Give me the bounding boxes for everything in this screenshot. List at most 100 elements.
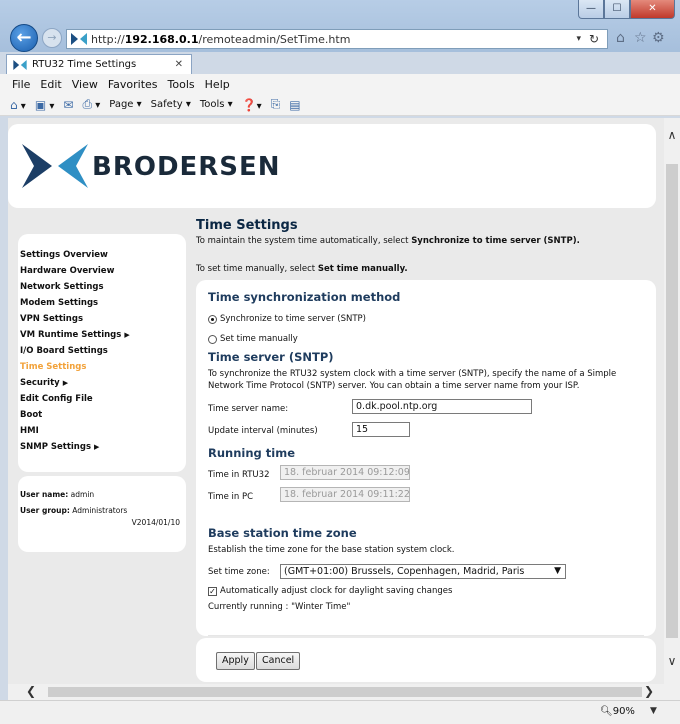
dst-label: Automatically adjust clock for daylight … bbox=[220, 586, 453, 596]
form-buttons-panel: Apply Cancel bbox=[196, 638, 656, 682]
user-name-label: User name: bbox=[20, 490, 69, 499]
sidebar-item-vm-runtime-settings[interactable]: VM Runtime Settings ▶ bbox=[20, 330, 130, 340]
zoom-level[interactable]: 🔍︎90% bbox=[600, 706, 635, 717]
time-zone-label: Set time zone: bbox=[208, 567, 270, 577]
sidebar-item-hmi[interactable]: HMI bbox=[20, 426, 39, 436]
checkbox-checked-icon: ✓ bbox=[208, 586, 217, 596]
sidebar-item-io-board-settings[interactable]: I/O Board Settings bbox=[20, 346, 108, 356]
time-zone-value: (GMT+01:00) Brussels, Copenhagen, Madrid… bbox=[284, 566, 525, 577]
tools-menu-button[interactable]: Tools ▾ bbox=[200, 99, 233, 110]
feeds-icon[interactable]: ▣ ▾ bbox=[35, 98, 55, 112]
menu-tools[interactable]: Tools bbox=[168, 78, 195, 91]
time-server-desc-line1: To synchronize the RTU32 system clock wi… bbox=[208, 369, 617, 379]
nav-label: HMI bbox=[20, 426, 39, 436]
menu-file[interactable]: File bbox=[12, 78, 30, 91]
update-interval-label: Update interval (minutes) bbox=[208, 426, 318, 436]
sidebar-nav: Settings Overview Hardware Overview Netw… bbox=[18, 234, 186, 472]
close-window-button[interactable]: ✕ bbox=[630, 0, 675, 19]
nav-label: Boot bbox=[20, 410, 43, 420]
update-interval-input[interactable]: 15 bbox=[352, 422, 410, 437]
sidebar-item-edit-config-file[interactable]: Edit Config File bbox=[20, 394, 93, 404]
scroll-left-icon[interactable]: ❮ bbox=[26, 684, 36, 698]
address-bar[interactable]: http://192.168.0.1/remoteadmin/SetTime.h… bbox=[66, 29, 608, 49]
sidebar-item-settings-overview[interactable]: Settings Overview bbox=[20, 250, 108, 260]
rtu-time-field: 18. februar 2014 09:12:09 bbox=[280, 465, 410, 480]
mail-icon[interactable]: ✉ bbox=[63, 98, 73, 112]
address-dropdown-icon[interactable]: ▾ bbox=[576, 34, 581, 44]
section-divider bbox=[208, 635, 644, 636]
command-bar: ⌂ ▾ ▣ ▾ ✉ ⎙ ▾ Page ▾ Safety ▾ Tools ▾ ❓▾… bbox=[0, 94, 680, 116]
zoom-dropdown-icon[interactable]: ▼ bbox=[650, 706, 657, 716]
favorites-star-icon[interactable]: ☆ bbox=[634, 30, 647, 46]
cancel-button[interactable]: Cancel bbox=[256, 652, 301, 670]
intro-text: To maintain the system time automaticall… bbox=[196, 236, 412, 246]
back-arrow-icon: ← bbox=[16, 27, 32, 48]
address-url[interactable]: http://192.168.0.1/remoteadmin/SetTime.h… bbox=[91, 33, 350, 46]
user-name-value: admin bbox=[70, 490, 95, 499]
radio-manual[interactable]: Set time manually bbox=[208, 334, 298, 344]
sidebar-item-time-settings[interactable]: Time Settings bbox=[20, 362, 86, 372]
intro-text: To set time manually, select bbox=[196, 264, 318, 274]
brodersen-logo-text: BRODERSEN bbox=[92, 152, 281, 182]
tab-close-icon[interactable]: ✕ bbox=[175, 59, 183, 70]
sidebar-item-snmp-settings[interactable]: SNMP Settings ▶ bbox=[20, 442, 99, 452]
user-group-value: Administrators bbox=[72, 506, 128, 515]
browser-title-bar: — ☐ ✕ ← → http://192.168.0.1/remoteadmin… bbox=[0, 0, 680, 52]
page-menu-button[interactable]: Page ▾ bbox=[109, 99, 141, 110]
nav-label: Modem Settings bbox=[20, 298, 99, 308]
submenu-arrow-icon: ▶ bbox=[62, 379, 69, 387]
vertical-scroll-thumb[interactable] bbox=[666, 164, 678, 638]
user-name-line: User name: admin bbox=[20, 490, 94, 499]
send-icon[interactable]: ▤ bbox=[289, 98, 300, 112]
vertical-scrollbar[interactable]: ∧ ∨ bbox=[664, 118, 680, 684]
forward-button[interactable]: → bbox=[42, 28, 62, 48]
menu-help[interactable]: Help bbox=[205, 78, 230, 91]
firmware-version: V2014/01/10 bbox=[131, 518, 180, 527]
horizontal-scrollbar[interactable]: ❮ ❯ bbox=[8, 684, 680, 700]
minimize-button[interactable]: — bbox=[578, 0, 604, 19]
nav-label: I/O Board Settings bbox=[20, 346, 108, 356]
time-zone-select[interactable]: (GMT+01:00) Brussels, Copenhagen, Madrid… bbox=[280, 564, 566, 579]
nav-label: VPN Settings bbox=[20, 314, 84, 324]
status-bar: 🔍︎90% ▼ bbox=[0, 700, 680, 724]
dst-checkbox[interactable]: ✓ Automatically adjust clock for daylight… bbox=[208, 586, 452, 596]
print-icon[interactable]: ⎙ ▾ bbox=[82, 97, 100, 112]
rtu-time-label: Time in RTU32 bbox=[208, 470, 270, 480]
home-command-icon[interactable]: ⌂ ▾ bbox=[10, 98, 26, 112]
safety-menu-button[interactable]: Safety ▾ bbox=[151, 99, 191, 110]
sidebar-item-security[interactable]: Security ▶ bbox=[20, 378, 68, 388]
menu-edit[interactable]: Edit bbox=[40, 78, 61, 91]
maximize-button[interactable]: ☐ bbox=[604, 0, 630, 19]
user-group-line: User group: Administrators bbox=[20, 506, 127, 515]
sync-method-heading: Time synchronization method bbox=[208, 290, 401, 304]
url-host: 192.168.0.1 bbox=[124, 32, 199, 46]
home-icon[interactable]: ⌂ bbox=[616, 30, 625, 46]
menu-favorites[interactable]: Favorites bbox=[108, 78, 158, 91]
intro-emphasis: Synchronize to time server (SNTP). bbox=[411, 236, 580, 246]
intro-sntp: To maintain the system time automaticall… bbox=[196, 236, 580, 246]
back-button[interactable]: ← bbox=[10, 24, 38, 52]
brodersen-logo-icon bbox=[22, 144, 88, 188]
scroll-right-icon[interactable]: ❯ bbox=[644, 684, 654, 698]
running-time-heading: Running time bbox=[208, 446, 296, 460]
tab-rtu32-time-settings[interactable]: RTU32 Time Settings ✕ bbox=[6, 54, 192, 74]
menu-view[interactable]: View bbox=[72, 78, 98, 91]
nav-label: Network Settings bbox=[20, 282, 104, 292]
server-name-input[interactable]: 0.dk.pool.ntp.org bbox=[352, 399, 532, 414]
radio-sntp[interactable]: Synchronize to time server (SNTP) bbox=[208, 314, 366, 324]
research-icon[interactable]: ⎘ bbox=[271, 97, 281, 112]
radio-selected-icon bbox=[208, 314, 217, 324]
sidebar-item-hardware-overview[interactable]: Hardware Overview bbox=[20, 266, 114, 276]
refresh-icon[interactable]: ↻ bbox=[589, 32, 599, 46]
horizontal-scroll-thumb[interactable] bbox=[48, 687, 642, 697]
sidebar-item-boot[interactable]: Boot bbox=[20, 410, 42, 420]
scroll-up-icon[interactable]: ∧ bbox=[664, 128, 680, 142]
sidebar-item-vpn-settings[interactable]: VPN Settings bbox=[20, 314, 83, 324]
sidebar-item-modem-settings[interactable]: Modem Settings bbox=[20, 298, 98, 308]
scroll-down-icon[interactable]: ∨ bbox=[664, 654, 680, 668]
sidebar-item-network-settings[interactable]: Network Settings bbox=[20, 282, 104, 292]
settings-gear-icon[interactable]: ⚙ bbox=[652, 30, 665, 46]
apply-button[interactable]: Apply bbox=[216, 652, 255, 670]
help-icon[interactable]: ❓▾ bbox=[242, 98, 262, 112]
user-group-label: User group: bbox=[20, 506, 70, 515]
